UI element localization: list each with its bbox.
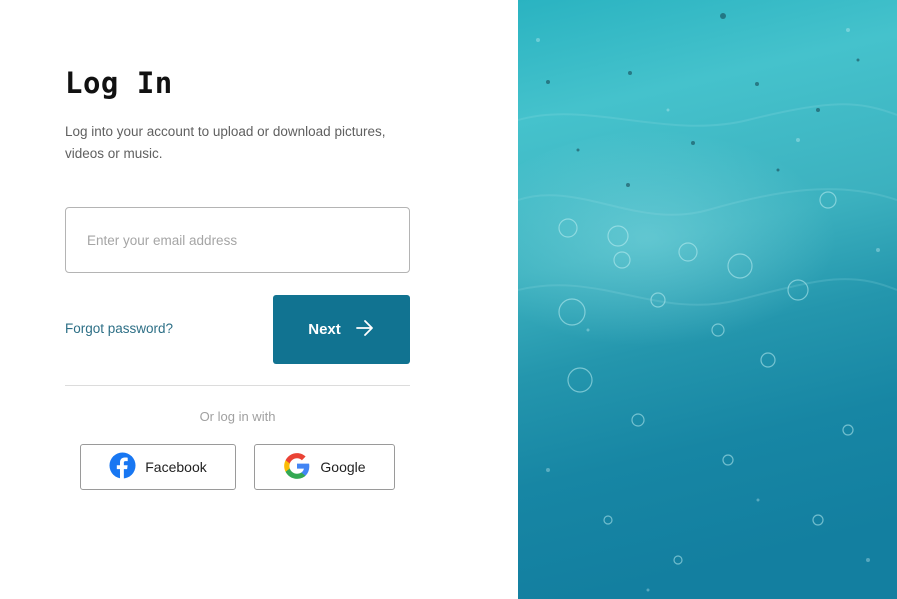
- social-login-caption: Or log in with: [199, 409, 276, 424]
- login-panel: Log In Log into your account to upload o…: [0, 0, 518, 599]
- arrow-right-icon: [355, 319, 375, 340]
- google-login-button[interactable]: Google: [254, 444, 395, 490]
- facebook-label: Facebook: [145, 459, 207, 475]
- google-label: Google: [320, 459, 366, 475]
- hero-water-image: [518, 0, 897, 599]
- email-input[interactable]: [65, 207, 410, 273]
- facebook-icon: [109, 452, 136, 482]
- next-button-label: Next: [308, 321, 341, 338]
- forgot-password-link[interactable]: Forgot password?: [65, 321, 173, 336]
- google-icon: [283, 452, 311, 483]
- next-button[interactable]: Next: [273, 295, 410, 364]
- divider: [65, 385, 410, 386]
- page-title: Log In: [65, 66, 173, 100]
- page-subtitle: Log into your account to upload or downl…: [65, 124, 386, 161]
- facebook-login-button[interactable]: Facebook: [80, 444, 236, 490]
